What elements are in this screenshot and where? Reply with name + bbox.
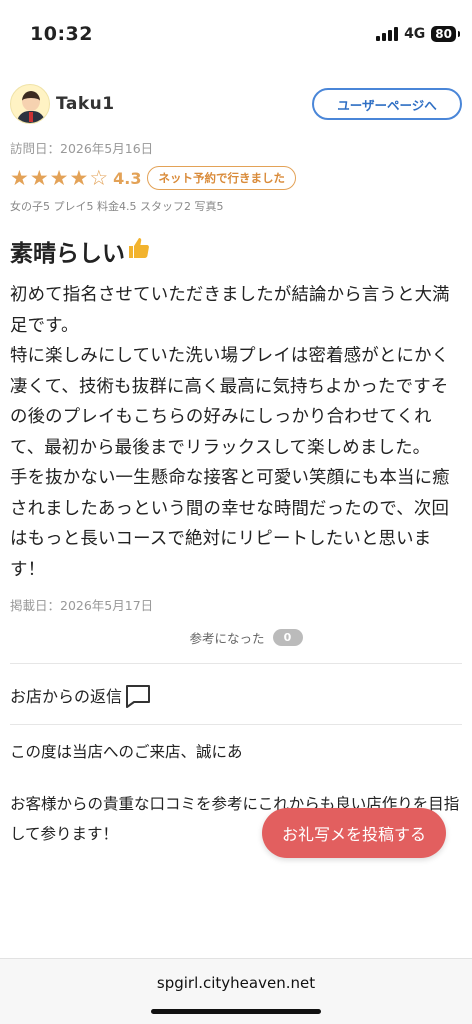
signal-icon (376, 27, 399, 41)
reviewer-name: Taku1 (56, 94, 115, 114)
browser-bottom-bar: spgirl.cityheaven.net (0, 958, 472, 1024)
review-paragraph: 特に楽しみにしていた洗い場プレイは密着感がとにかく凄くて、技術も抜群に高く最高に… (10, 346, 450, 458)
sub-scores: 女の子5 プレイ5 料金4.5 スタッフ2 写真5 (10, 200, 224, 213)
status-time: 10:32 (30, 23, 93, 45)
thumbs-up-icon (127, 236, 151, 266)
reply-title: お店からの返信 (10, 687, 123, 706)
status-indicators: 4G 80 (376, 26, 460, 42)
comment-icon (124, 682, 151, 708)
star-empty-icon: ☆ (89, 165, 109, 190)
reviewer-row: Taku1 ユーザーページへ (10, 82, 462, 126)
star-rating: ★ ★ ★ ★ ☆ (10, 165, 109, 190)
divider (10, 724, 462, 725)
visit-date: 訪問日：2026年5月16日 (10, 141, 154, 156)
home-indicator[interactable] (151, 1009, 321, 1014)
divider (10, 663, 462, 664)
review-title-text: 素晴らしい (10, 241, 125, 267)
posted-date: 掲載日：2026年5月17日 (10, 598, 154, 613)
star-filled-icon: ★ (69, 165, 89, 190)
review-body: 初めて指名させていただきましたが結論から言うと大満足です。 特に楽しみにしていた… (10, 280, 462, 585)
review-title: 素晴らしい (10, 234, 462, 268)
user-page-button[interactable]: ユーザーページへ (312, 88, 462, 120)
network-type: 4G (404, 26, 426, 42)
helpful-row[interactable]: 参考になった 0 (30, 628, 462, 647)
review-paragraph: 初めて指名させていただきましたが結論から言うと大満足です。 (10, 285, 450, 336)
helpful-count: 0 (272, 629, 303, 646)
reply-header: お店からの返信 (10, 680, 462, 710)
helpful-button[interactable]: 参考になった (189, 628, 264, 647)
url-domain[interactable]: spgirl.cityheaven.net (0, 974, 472, 992)
star-filled-icon: ★ (10, 165, 29, 190)
star-filled-icon: ★ (29, 165, 49, 190)
reply-text: この度は当店へのご来店、誠にあ (10, 743, 243, 761)
review-card: Taku1 ユーザーページへ 訪問日：2026年5月16日 ★ ★ ★ ★ ☆ … (0, 82, 472, 849)
booking-badge: ネット予約で行きました (147, 166, 296, 190)
rating-value: 4.3 (113, 168, 142, 188)
review-paragraph: 手を抜かない一生懸命な接客と可愛い笑顔にも本当に癒されましたあっという間の幸せな… (10, 468, 450, 580)
battery-icon: 80 (431, 26, 460, 42)
avatar (10, 84, 50, 124)
status-bar: 10:32 4G 80 (0, 0, 472, 68)
reviewer-info: Taku1 (10, 84, 115, 124)
star-filled-icon: ★ (49, 165, 69, 190)
post-photo-button[interactable]: お礼写メを投稿する (262, 808, 446, 858)
rating-row: ★ ★ ★ ★ ☆ 4.3 ネット予約で行きました (10, 165, 462, 191)
